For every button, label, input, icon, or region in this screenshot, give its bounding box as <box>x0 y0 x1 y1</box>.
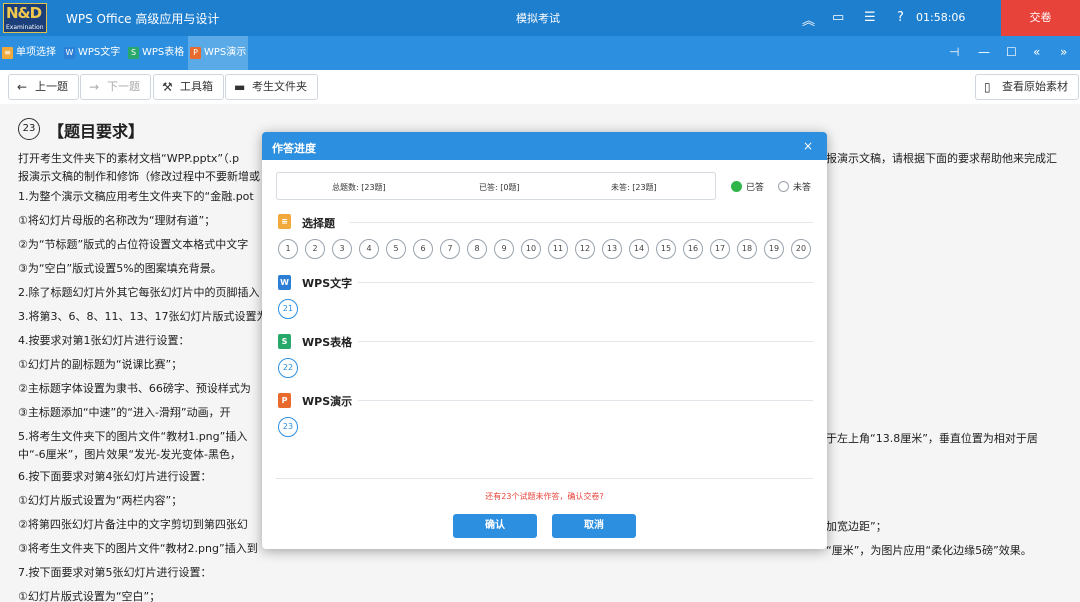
arrow-left-icon: ← <box>17 80 28 94</box>
section-title-choice: 选择题 <box>302 217 335 230</box>
question-4-button[interactable]: 4 <box>359 239 379 259</box>
help-icon[interactable]: ? <box>897 10 904 25</box>
collapse-icon[interactable]: ︽ <box>802 10 815 29</box>
folder-label: 考生文件夹 <box>252 80 307 93</box>
choice-icon: ≡ <box>2 47 13 59</box>
section-divider <box>358 400 813 401</box>
next-question-button[interactable]: → 下一题 <box>80 74 151 100</box>
unanswered-count: 未答: [23题] <box>611 183 657 192</box>
cancel-button[interactable]: 取消 <box>552 514 636 538</box>
question-12-button[interactable]: 12 <box>575 239 595 259</box>
tab-single-choice[interactable]: ≡ 单项选择 <box>0 36 58 70</box>
folder-icon: ▬ <box>234 80 246 94</box>
toolbox-button[interactable]: ⚒ 工具箱 <box>153 74 224 100</box>
pin-icon[interactable]: ⊣ <box>949 45 959 59</box>
app-title: WPS Office 高级应用与设计 <box>66 12 220 26</box>
unanswered-warning: 还有23个试题未作答，确认交卷? <box>485 492 604 501</box>
tab-label: 单项选择 <box>16 47 56 58</box>
minimize-icon[interactable]: — <box>978 45 990 59</box>
wps-sheet-icon: S <box>128 47 139 59</box>
legend-unanswered: 未答 <box>778 180 811 193</box>
view-source-button[interactable]: ▯ 查看原始素材 <box>975 74 1079 100</box>
question-6-button[interactable]: 6 <box>413 239 433 259</box>
question-23-button[interactable]: 23 <box>278 417 298 437</box>
title-bar: N&D Examination WPS Office 高级应用与设计 模拟考试 … <box>0 0 1080 36</box>
wps-writer-icon: W <box>64 47 75 59</box>
question-11-button[interactable]: 11 <box>548 239 568 259</box>
section-divider <box>358 341 813 342</box>
question-5-button[interactable]: 5 <box>386 239 406 259</box>
question-8-button[interactable]: 8 <box>467 239 487 259</box>
mode-title: 模拟考试 <box>516 12 560 25</box>
footer-divider <box>276 478 813 479</box>
app-logo: N&D Examination <box>3 3 47 33</box>
question-1-button[interactable]: 1 <box>278 239 298 259</box>
wrench-icon: ⚒ <box>162 80 173 94</box>
question-15-button[interactable]: 15 <box>656 239 676 259</box>
toolbar: ← 上一题 → 下一题 ⚒ 工具箱 ▬ 考生文件夹 ▯ 查看原始素材 <box>0 70 1080 104</box>
close-icon[interactable]: × <box>803 139 813 153</box>
question-22-button[interactable]: 22 <box>278 358 298 378</box>
total-count: 总题数: [23题] <box>332 183 386 192</box>
question-14-button[interactable]: 14 <box>629 239 649 259</box>
section-divider <box>350 222 813 223</box>
unanswered-dot-icon <box>778 181 789 192</box>
confirm-button[interactable]: 确认 <box>453 514 537 538</box>
question-17-button[interactable]: 17 <box>710 239 730 259</box>
choice-section-icon: ≡ <box>278 214 291 229</box>
question-13-button[interactable]: 13 <box>602 239 622 259</box>
question-2-button[interactable]: 2 <box>305 239 325 259</box>
tab-wps-writer[interactable]: W WPS文字 <box>62 36 122 70</box>
wps-present-section-icon: P <box>278 393 291 408</box>
document-icon: ▯ <box>984 80 991 94</box>
section-title-present: WPS演示 <box>302 395 353 408</box>
window-icon[interactable]: ▭ <box>832 10 844 25</box>
tab-label: WPS演示 <box>204 47 247 58</box>
question-9-button[interactable]: 9 <box>494 239 514 259</box>
next-label: 下一题 <box>107 80 140 93</box>
prev-label: 上一题 <box>35 80 68 93</box>
legend-unanswered-label: 未答 <box>793 183 812 193</box>
list-icon[interactable]: ☰ <box>864 10 876 25</box>
wps-present-icon: P <box>190 47 201 59</box>
legend-answered: 已答 <box>731 180 764 193</box>
wps-writer-section-icon: W <box>278 275 291 290</box>
view-source-label: 查看原始素材 <box>1002 80 1068 93</box>
section-title-sheet: WPS表格 <box>302 336 353 349</box>
question-20-button[interactable]: 20 <box>791 239 811 259</box>
question-10-button[interactable]: 10 <box>521 239 541 259</box>
logo-subtext: Examination <box>6 24 44 31</box>
progress-dialog: 作答进度 × 总题数: [23题] 已答: [0题] 未答: [23题] 已答 … <box>262 132 827 549</box>
logo-text: N&D <box>6 4 42 22</box>
question-3-button[interactable]: 3 <box>332 239 352 259</box>
collapse-left-icon[interactable]: « <box>1033 45 1040 59</box>
toolbox-label: 工具箱 <box>180 80 213 93</box>
question-16-button[interactable]: 16 <box>683 239 703 259</box>
answered-dot-icon <box>731 181 742 192</box>
tab-wps-sheet[interactable]: S WPS表格 <box>126 36 186 70</box>
question-7-button[interactable]: 7 <box>440 239 460 259</box>
timer: 01:58:06 <box>916 11 966 24</box>
dialog-header: 作答进度 × <box>262 132 827 160</box>
question-19-button[interactable]: 19 <box>764 239 784 259</box>
arrow-right-icon: → <box>89 80 100 94</box>
wps-sheet-section-icon: S <box>278 334 291 349</box>
expand-right-icon[interactable]: » <box>1060 45 1067 59</box>
prev-question-button[interactable]: ← 上一题 <box>8 74 79 100</box>
maximize-icon[interactable]: ☐ <box>1006 45 1017 59</box>
dialog-title: 作答进度 <box>272 142 316 155</box>
submit-exam-button[interactable]: 交卷 <box>1001 0 1080 36</box>
answered-count: 已答: [0题] <box>479 183 520 192</box>
question-21-button[interactable]: 21 <box>278 299 298 319</box>
stats-summary: 总题数: [23题] 已答: [0题] 未答: [23题] <box>276 172 716 200</box>
tab-label: WPS文字 <box>78 47 121 58</box>
student-folder-button[interactable]: ▬ 考生文件夹 <box>225 74 318 100</box>
section-title-writer: WPS文字 <box>302 277 353 290</box>
question-18-button[interactable]: 18 <box>737 239 757 259</box>
tab-bar: ≡ 单项选择 W WPS文字 S WPS表格 P WPS演示 ⊣ — ☐ « » <box>0 36 1080 70</box>
tab-wps-present[interactable]: P WPS演示 <box>188 36 248 70</box>
tab-label: WPS表格 <box>142 47 185 58</box>
section-divider <box>358 282 813 283</box>
legend-answered-label: 已答 <box>746 183 765 193</box>
